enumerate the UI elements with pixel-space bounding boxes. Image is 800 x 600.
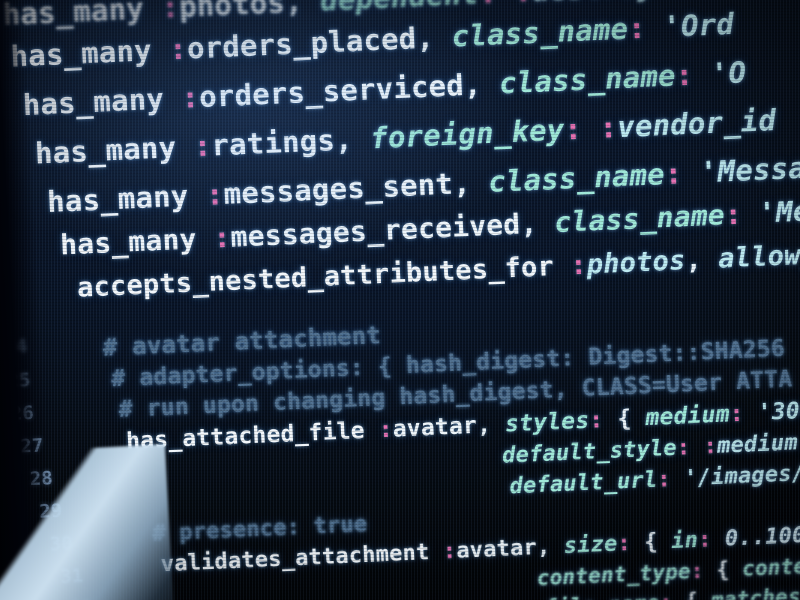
code-token: has_many xyxy=(59,221,215,262)
code-token: medium xyxy=(716,430,799,459)
code-token: vendor_id xyxy=(616,102,777,145)
code-token: : xyxy=(160,0,180,25)
code-token: : xyxy=(212,220,232,255)
code-token: : xyxy=(674,56,712,93)
code-token: : xyxy=(729,400,759,428)
code-token: : xyxy=(205,177,225,212)
code-token: '/images/mi xyxy=(683,459,800,492)
code-token: : xyxy=(663,155,701,192)
code-token: : xyxy=(378,416,394,444)
code-token: avatar xyxy=(455,535,538,564)
code-token: dependent xyxy=(319,0,479,17)
code-token: : xyxy=(193,128,213,164)
code-token: 'Me xyxy=(758,194,800,230)
code-token: : xyxy=(598,110,619,145)
code-token: : xyxy=(442,538,457,565)
code-token: photos xyxy=(178,0,286,24)
code-token: , xyxy=(452,165,490,201)
code-token: , xyxy=(536,534,565,561)
code-comment-line[interactable]: # presence: true xyxy=(152,512,368,547)
code-token: ratings xyxy=(210,122,336,163)
code-token: : xyxy=(656,466,685,493)
code-token: 'Ord xyxy=(662,6,735,44)
code-token: : xyxy=(478,0,515,10)
code-token: : xyxy=(697,526,726,553)
code-token: : xyxy=(676,434,705,461)
code-token: class_name xyxy=(498,58,677,101)
code-token: 'Messa xyxy=(699,150,800,190)
code-token: destroy xyxy=(531,0,656,8)
code-token: : xyxy=(616,530,645,557)
code-token: : xyxy=(703,433,718,460)
code-token: has_many xyxy=(34,129,195,171)
code-token: : xyxy=(168,31,188,67)
code-token: foreign_key xyxy=(369,112,566,156)
code-token: messages_sent xyxy=(222,166,454,212)
code-token: , xyxy=(476,411,506,439)
code-token: class_name xyxy=(487,157,666,200)
code-token: size xyxy=(563,531,619,559)
code-token: content_ xyxy=(741,552,800,581)
code-token: : xyxy=(724,196,760,232)
code-token: 'O xyxy=(710,55,747,91)
code-token: : xyxy=(563,110,601,147)
code-token: : xyxy=(627,9,665,46)
code-token: , xyxy=(334,121,371,157)
code-token: orders_serviced xyxy=(198,68,465,115)
code-token: : xyxy=(588,406,618,434)
code-token: default_style xyxy=(501,435,678,469)
code-token: has_many xyxy=(22,80,183,123)
code-token: { xyxy=(643,529,672,556)
code-token: : xyxy=(514,0,533,9)
code-token: class_name xyxy=(450,11,629,54)
code-token: avatar xyxy=(392,412,478,443)
code-token: '300x xyxy=(757,396,800,427)
code-token: : xyxy=(569,249,588,282)
code-token: { xyxy=(715,556,743,583)
code-token: 0..100.kilo xyxy=(724,519,800,552)
code-token: photos xyxy=(586,245,687,281)
code-token: : xyxy=(659,590,686,600)
code-token: allow_ xyxy=(717,239,800,275)
screenshot-root: 24 25 26 27 28 29 30 31 32 33 34 has_man… xyxy=(0,0,800,600)
code-token: , xyxy=(415,19,453,56)
code-token: : xyxy=(690,558,717,584)
code-token: has_many xyxy=(46,177,207,220)
code-token: # presence: true xyxy=(151,511,368,547)
code-token: styles xyxy=(504,407,590,438)
code-token: messages_received xyxy=(229,207,522,254)
code-token: { xyxy=(685,588,712,600)
code-token: , xyxy=(519,206,556,241)
code-token: in xyxy=(670,527,699,555)
code-token: has_many xyxy=(1,0,163,32)
code-token: , xyxy=(463,66,500,103)
code-token: , xyxy=(284,0,322,20)
code-token: default_url xyxy=(509,467,658,500)
code-token: { xyxy=(616,405,647,433)
code-token: : xyxy=(180,80,200,115)
code-token: has_many xyxy=(9,32,171,74)
code-token: , xyxy=(684,243,719,277)
code-token: orders_placed xyxy=(186,21,418,66)
monitor-bezel-highlight xyxy=(0,444,175,600)
code-token: medium xyxy=(644,401,731,432)
code-token: class_name xyxy=(553,198,726,240)
code-token: accepts_nested_attributes_for xyxy=(76,250,572,304)
